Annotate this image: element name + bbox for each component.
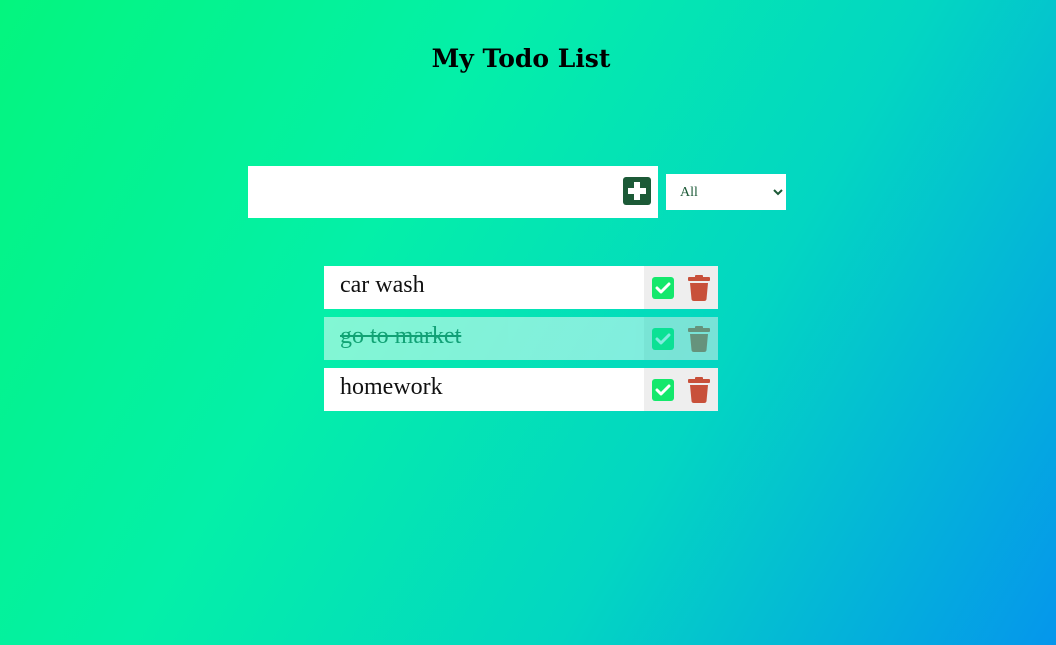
trash-icon	[688, 275, 710, 301]
add-todo-button[interactable]	[623, 177, 651, 205]
delete-button[interactable]	[688, 275, 710, 301]
todo-actions	[644, 368, 718, 411]
complete-button[interactable]	[652, 277, 674, 299]
todo-input[interactable]	[248, 166, 618, 218]
add-todo-form	[248, 166, 658, 218]
trash-icon	[688, 326, 710, 352]
check-icon	[655, 333, 671, 345]
check-icon	[655, 282, 671, 294]
todo-actions	[644, 317, 718, 360]
todo-text: go to market	[340, 323, 462, 349]
complete-button[interactable]	[652, 379, 674, 401]
trash-icon	[688, 377, 710, 403]
delete-button[interactable]	[688, 377, 710, 403]
todo-actions	[644, 266, 718, 309]
delete-button[interactable]	[688, 326, 710, 352]
todo-item: homework	[324, 368, 718, 411]
todo-item: car wash	[324, 266, 718, 309]
complete-button[interactable]	[652, 328, 674, 350]
todo-item-completed: go to market	[324, 317, 718, 360]
todo-text: homework	[340, 374, 443, 400]
todo-list: car wash go to market homework	[324, 266, 718, 419]
todo-text: car wash	[340, 272, 425, 298]
filter-select[interactable]: All	[666, 174, 786, 210]
check-icon	[655, 384, 671, 396]
page-title: My Todo List	[431, 44, 611, 73]
